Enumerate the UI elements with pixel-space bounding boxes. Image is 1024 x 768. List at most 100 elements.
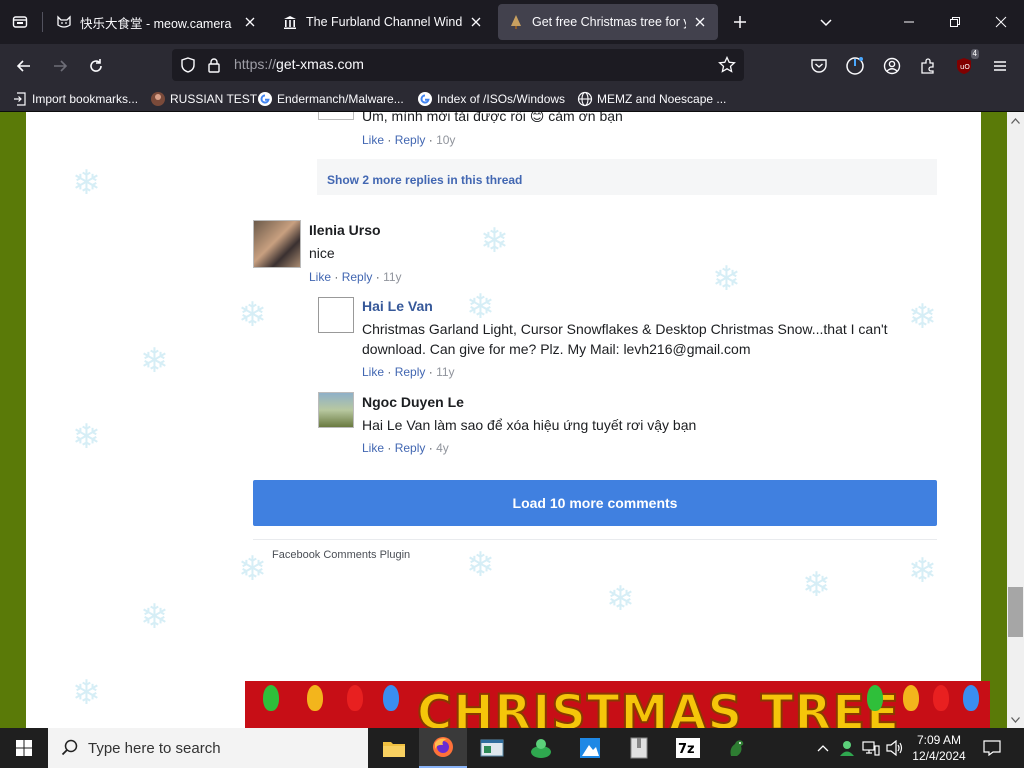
tab-furbland-channel[interactable]: The Furbland Channel Windows bbox=[272, 4, 494, 40]
reply-link[interactable]: Reply bbox=[342, 270, 373, 284]
list-tabs-dropdown[interactable] bbox=[814, 10, 838, 34]
url-protocol: https:// bbox=[234, 56, 277, 72]
separator: · bbox=[387, 441, 392, 455]
snowflake-icon: ❄ bbox=[802, 566, 831, 604]
arrow-right-icon bbox=[54, 60, 68, 72]
tab-separator bbox=[42, 12, 43, 32]
reply-link[interactable]: Reply bbox=[395, 133, 426, 147]
clock-time: 7:09 AM bbox=[916, 733, 962, 747]
close-tab-icon[interactable] bbox=[242, 14, 258, 30]
facebook-comments-plugin-link[interactable]: Facebook Comments Plugin bbox=[272, 549, 410, 561]
avatar[interactable] bbox=[318, 392, 354, 428]
like-link[interactable]: Like bbox=[362, 365, 384, 379]
comment-author[interactable]: Ilenia Urso bbox=[309, 222, 381, 238]
minimize-button[interactable] bbox=[886, 0, 932, 44]
close-icon bbox=[995, 16, 1007, 28]
close-tab-icon[interactable] bbox=[692, 14, 708, 30]
firefox-taskbar-icon[interactable] bbox=[419, 728, 467, 768]
url-host: get-xmas.com bbox=[276, 56, 364, 72]
bookmark-russian-test[interactable]: RUSSIAN TEST bbox=[150, 90, 257, 108]
avatar[interactable] bbox=[318, 112, 354, 120]
app-window-taskbar-icon[interactable] bbox=[468, 728, 516, 768]
like-link[interactable]: Like bbox=[362, 441, 384, 455]
snowflake-icon: ❄ bbox=[140, 598, 169, 636]
green-app-taskbar-icon[interactable] bbox=[517, 728, 565, 768]
bookmark-import[interactable]: Import bookmarks... bbox=[12, 90, 138, 108]
christmas-tree-banner[interactable]: CHRISTMAS TREE bbox=[245, 681, 990, 728]
avatar[interactable] bbox=[253, 220, 301, 268]
7zip-taskbar-icon[interactable]: 7z bbox=[664, 728, 712, 768]
scroll-up-arrow-icon[interactable] bbox=[1007, 112, 1024, 129]
tab-title: 快乐大食堂 - meow.camera bbox=[80, 16, 232, 31]
bookmark-star-icon[interactable] bbox=[718, 55, 736, 79]
comment-time[interactable]: 4y bbox=[436, 441, 449, 455]
scroll-down-arrow-icon[interactable] bbox=[1007, 711, 1024, 728]
list-all-tabs-button[interactable] bbox=[8, 10, 32, 34]
tab-meow-camera[interactable]: 快乐大食堂 - meow.camera bbox=[46, 4, 268, 40]
like-link[interactable]: Like bbox=[309, 270, 331, 284]
snowflake-icon: ❄ bbox=[140, 342, 169, 380]
close-tab-icon[interactable] bbox=[468, 14, 484, 30]
snowflake-icon: ❄ bbox=[606, 580, 635, 618]
show-more-replies-button[interactable]: Show 2 more replies in this thread bbox=[317, 159, 937, 195]
account-icon bbox=[883, 57, 901, 75]
divider bbox=[253, 539, 937, 540]
reply-link[interactable]: Reply bbox=[395, 365, 426, 379]
separator: · bbox=[428, 441, 433, 455]
tab-get-xmas[interactable]: Get free Christmas tree for your bbox=[498, 4, 718, 40]
paint-taskbar-icon[interactable] bbox=[566, 728, 614, 768]
comment-time[interactable]: 10y bbox=[436, 133, 455, 147]
extensions-button[interactable] bbox=[915, 53, 941, 79]
hamburger-menu-icon bbox=[994, 61, 1006, 71]
notifications-button[interactable] bbox=[978, 728, 1006, 768]
pocket-icon bbox=[811, 59, 827, 73]
taskbar-search-box[interactable]: Type here to search bbox=[48, 728, 368, 768]
snowflake-icon: ❄ bbox=[72, 418, 101, 456]
comment-text-line1: Christmas Garland Light, Cursor Snowflak… bbox=[362, 321, 888, 337]
extension-badge: 4 bbox=[970, 49, 979, 59]
bookmark-index-isos[interactable]: Index of /ISOs/Windows bbox=[417, 90, 565, 108]
lock-icon[interactable] bbox=[206, 57, 222, 78]
restore-button[interactable] bbox=[932, 0, 978, 44]
separator: · bbox=[387, 365, 392, 379]
close-window-button[interactable] bbox=[978, 0, 1024, 44]
avatar[interactable] bbox=[318, 297, 354, 333]
load-more-comments-button[interactable]: Load 10 more comments bbox=[253, 480, 937, 526]
comment-time[interactable]: 11y bbox=[436, 365, 454, 379]
like-link[interactable]: Like bbox=[362, 133, 384, 147]
reload-button[interactable] bbox=[82, 52, 110, 80]
tree-icon bbox=[508, 14, 524, 30]
pocket-button[interactable] bbox=[806, 53, 832, 79]
volume-icon[interactable] bbox=[884, 728, 906, 768]
address-bar[interactable]: https://get-xmas.com bbox=[172, 49, 744, 81]
shield-icon[interactable] bbox=[180, 57, 196, 78]
comment-author[interactable]: Ngoc Duyen Le bbox=[362, 394, 464, 410]
extension-timer-button[interactable] bbox=[842, 53, 868, 79]
url-text[interactable]: https://get-xmas.com bbox=[234, 56, 364, 72]
show-hidden-icons-button[interactable] bbox=[814, 728, 832, 768]
dino-app-taskbar-icon[interactable] bbox=[713, 728, 761, 768]
ublock-button[interactable]: uO 4 bbox=[951, 49, 979, 79]
account-button[interactable] bbox=[879, 53, 905, 79]
archive-taskbar-icon[interactable] bbox=[615, 728, 663, 768]
start-button[interactable] bbox=[0, 728, 48, 768]
comment-actions: Like · Reply · 10y bbox=[362, 133, 455, 147]
vertical-scrollbar[interactable] bbox=[1007, 112, 1024, 728]
bookmark-memz[interactable]: MEMZ and Noescape ... bbox=[577, 90, 726, 108]
app-menu-button[interactable] bbox=[987, 53, 1013, 79]
scrollbar-thumb[interactable] bbox=[1008, 587, 1023, 637]
tray-app-icon[interactable] bbox=[836, 728, 858, 768]
file-explorer-taskbar-icon[interactable] bbox=[370, 728, 418, 768]
bookmark-label: RUSSIAN TEST bbox=[170, 92, 258, 106]
network-icon[interactable] bbox=[860, 728, 882, 768]
taskbar-clock[interactable]: 7:09 AM 12/4/2024 bbox=[906, 732, 972, 764]
comment-time[interactable]: 11y bbox=[383, 270, 401, 284]
new-tab-button[interactable] bbox=[728, 10, 752, 34]
comment-author[interactable]: Hai Le Van bbox=[362, 298, 433, 314]
bookmark-endermanch[interactable]: Endermanch/Malware... bbox=[257, 90, 404, 108]
back-button[interactable] bbox=[10, 52, 38, 80]
forward-button[interactable] bbox=[46, 52, 74, 80]
chevron-up-icon bbox=[817, 745, 829, 752]
reply-link[interactable]: Reply bbox=[395, 441, 426, 455]
user-favicon bbox=[150, 91, 166, 107]
